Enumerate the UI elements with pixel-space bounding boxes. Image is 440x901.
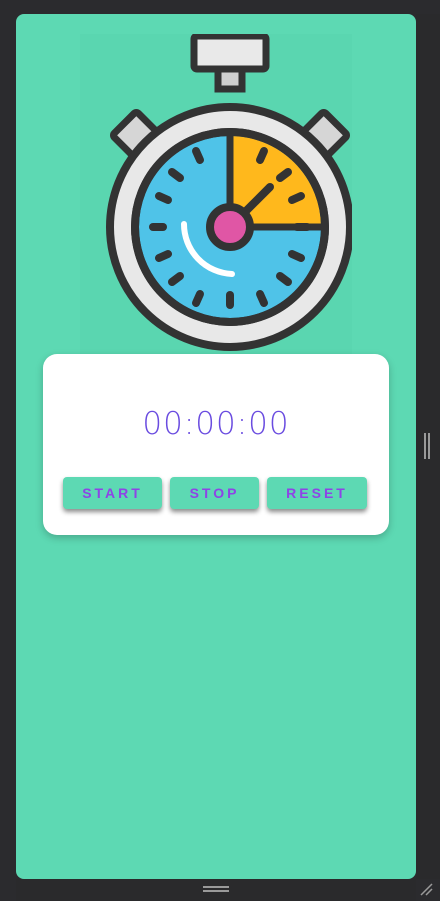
start-button[interactable]: START [63, 477, 162, 509]
stopwatch-app: 00:00:00 START STOP RESET [16, 14, 416, 879]
stopwatch-icon [80, 34, 352, 354]
drag-handle-icon[interactable] [424, 433, 430, 459]
drag-handle-icon[interactable] [203, 886, 229, 892]
timer-card: 00:00:00 START STOP RESET [43, 354, 389, 535]
reset-button[interactable]: RESET [267, 477, 367, 509]
timer-display: 00:00:00 [142, 406, 290, 442]
stop-button[interactable]: STOP [170, 477, 259, 509]
resize-grip-icon[interactable] [418, 881, 434, 897]
